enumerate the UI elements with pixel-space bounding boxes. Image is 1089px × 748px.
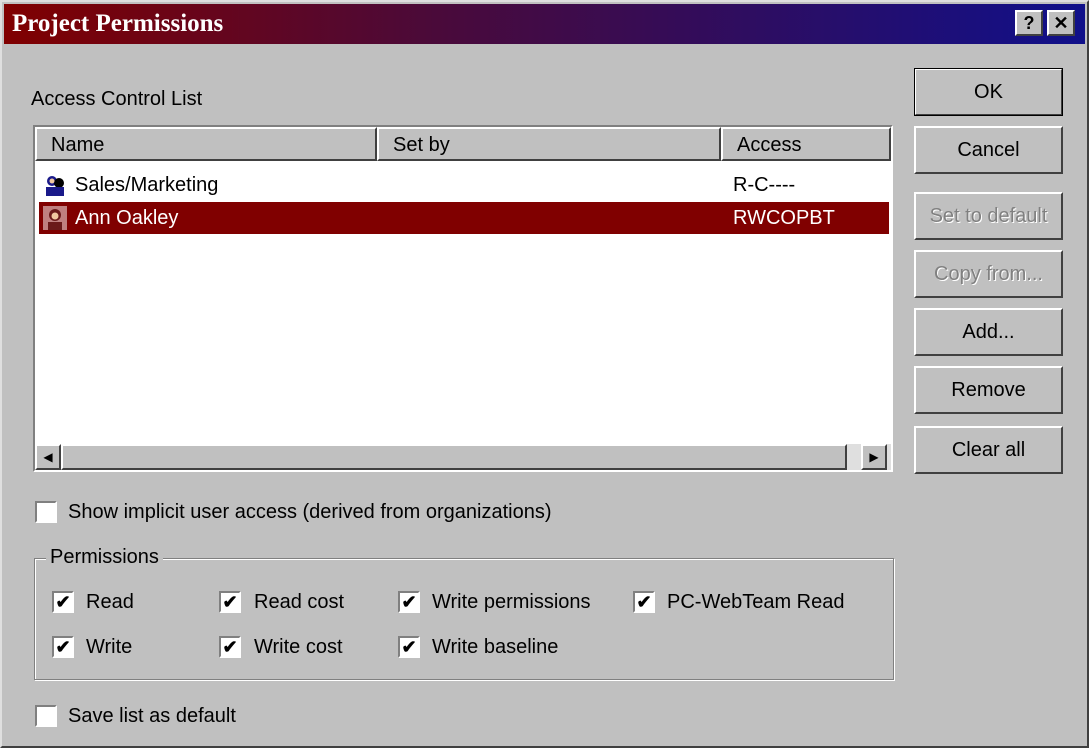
write-permissions-checkbox[interactable]: ✔ <box>398 591 420 613</box>
horizontal-scrollbar[interactable]: ◀ ▶ <box>35 444 891 470</box>
save-default-checkbox[interactable] <box>35 705 57 727</box>
user-icon <box>43 206 67 230</box>
scroll-left-arrow-icon[interactable]: ◀ <box>35 444 61 470</box>
column-header-access[interactable]: Access <box>721 127 891 161</box>
scrollbar-thumb[interactable] <box>61 444 847 470</box>
row-access: RWCOPBT <box>733 207 835 229</box>
close-button[interactable]: ✕ <box>1047 10 1075 36</box>
acl-label: Access Control List <box>31 88 203 110</box>
write-baseline-checkbox[interactable]: ✔ <box>398 636 420 658</box>
permissions-group <box>34 558 894 680</box>
pc-webteam-read-label: PC-WebTeam Read <box>667 591 845 613</box>
write-cost-checkbox[interactable]: ✔ <box>219 636 241 658</box>
add-button[interactable]: Add... <box>914 308 1063 356</box>
set-to-default-button[interactable]: Set to default <box>914 192 1063 240</box>
show-implicit-checkbox[interactable] <box>35 501 57 523</box>
column-header-name[interactable]: Name <box>35 127 377 161</box>
copy-from-button[interactable]: Copy from... <box>914 250 1063 298</box>
group-icon <box>46 176 64 196</box>
acl-row-sales-marketing[interactable]: Sales/Marketing R-C---- <box>39 169 889 201</box>
pc-webteam-read-checkbox[interactable]: ✔ <box>633 591 655 613</box>
write-label: Write <box>86 636 133 658</box>
remove-button[interactable]: Remove <box>914 366 1063 414</box>
ok-button[interactable]: OK <box>914 68 1063 116</box>
row-name: Ann Oakley <box>75 207 179 229</box>
column-header-set-by[interactable]: Set by <box>377 127 721 161</box>
project-permissions-dialog: Project Permissions ? ✕ Access Control L… <box>0 0 1089 748</box>
permissions-legend: Permissions <box>46 546 163 569</box>
title-bar[interactable]: Project Permissions ? ✕ <box>4 4 1085 44</box>
row-name: Sales/Marketing <box>75 174 219 196</box>
write-permissions-label: Write permissions <box>432 591 591 613</box>
help-button[interactable]: ? <box>1015 10 1043 36</box>
cancel-button[interactable]: Cancel <box>914 126 1063 174</box>
scroll-right-arrow-icon[interactable]: ▶ <box>861 444 887 470</box>
row-access: R-C---- <box>733 174 796 196</box>
write-checkbox[interactable]: ✔ <box>52 636 74 658</box>
show-implicit-label: Show implicit user access (derived from … <box>68 501 552 523</box>
write-baseline-label: Write baseline <box>432 636 559 658</box>
read-cost-checkbox[interactable]: ✔ <box>219 591 241 613</box>
read-label: Read <box>86 591 134 613</box>
read-checkbox[interactable]: ✔ <box>52 591 74 613</box>
save-default-label: Save list as default <box>68 705 236 727</box>
access-control-list[interactable]: Name Set by Access Sales/Marketing R-C--… <box>33 125 893 472</box>
dialog-title: Project Permissions <box>12 10 224 37</box>
acl-row-ann-oakley[interactable]: Ann Oakley RWCOPBT <box>39 202 889 234</box>
write-cost-label: Write cost <box>254 636 343 658</box>
read-cost-label: Read cost <box>254 591 345 613</box>
clear-all-button[interactable]: Clear all <box>914 426 1063 474</box>
